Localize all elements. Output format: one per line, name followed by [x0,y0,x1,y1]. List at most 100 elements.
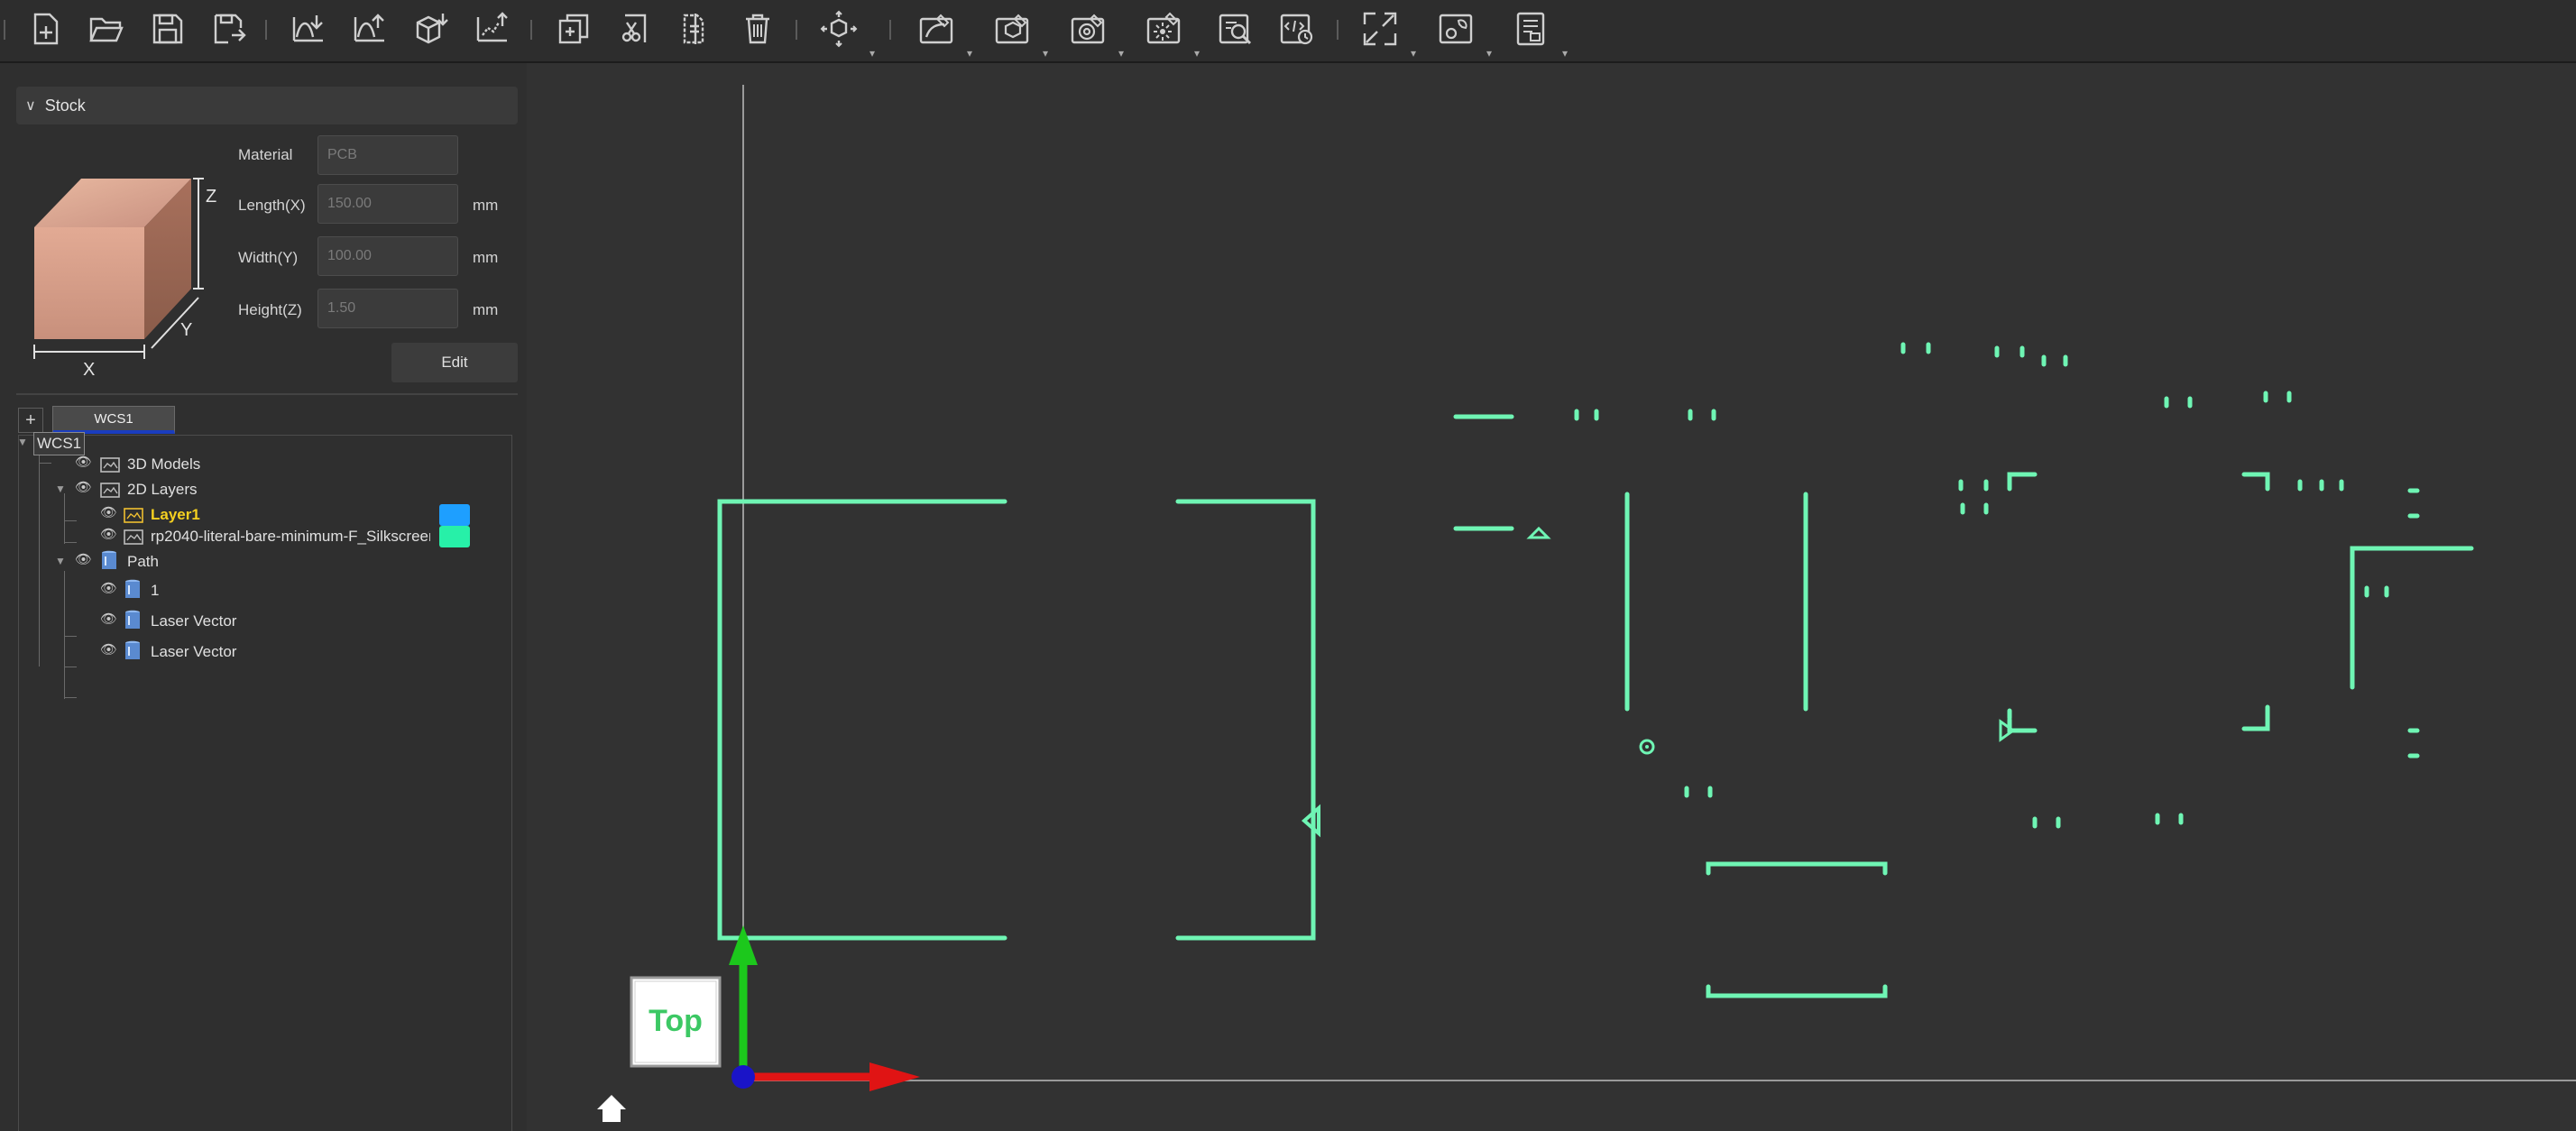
pad-pair [1574,409,1599,421]
fit-view-dropdown-icon[interactable]: ▾ [1411,47,1416,60]
layer2-color-swatch[interactable] [439,526,470,547]
pad-pair [1900,342,1931,354]
delete-button[interactable] [734,7,781,51]
export-curve-button[interactable] [346,7,393,51]
toolbar-separator [530,20,532,40]
main-toolbar: ▾ ▾ ▾ ▾ ▾ ▾ ▾ ▾ [0,0,2576,63]
pad-pair [2041,354,2068,367]
report-icon [1516,12,1545,46]
import-curve-icon [292,15,323,42]
tree-item-path[interactable]: Path [127,551,159,573]
collapse-icon[interactable]: ▼ [55,555,66,567]
toolbar-grip [4,20,5,40]
stock-section-header[interactable]: ∨ Stock [16,87,518,124]
tree-item-3d-models[interactable]: 3D Models [127,454,200,475]
pad-pair [1994,345,2025,358]
chevron-down-icon: ∨ [25,98,36,114]
eye-icon[interactable]: 👁 [75,551,92,567]
fit-view-button[interactable] [1357,7,1403,51]
left-panel: ∨ Stock Z Y X Material PCB Length(X) 150… [0,63,527,1131]
tree-line [64,697,77,698]
split-button[interactable] [673,7,720,51]
width-label: Width(Y) [238,249,299,266]
layer-icon [124,529,143,545]
duplicate-button[interactable] [550,7,597,51]
view-cube-label: Top [649,1004,703,1038]
tree-line [39,463,51,464]
tree-item-layer1[interactable]: Layer1 [151,504,200,526]
3d-viewport[interactable]: Top [527,63,2576,1131]
tree-item-laser-vector[interactable]: Laser Vector [151,611,236,632]
material-label: Material [238,146,293,163]
outline-left-bracket [717,499,1007,941]
model-folder-icon [100,457,120,473]
eye-icon[interactable]: 👁 [100,641,117,657]
x-axis-arrowhead [869,1062,920,1091]
stock-diagram: Z Y X [33,178,216,379]
tab-wcs1[interactable]: WCS1 [52,406,175,434]
import-model-button[interactable] [408,7,455,51]
view-settings-dropdown-icon[interactable]: ▾ [1486,47,1492,60]
layer-icon [124,508,143,523]
save-button[interactable] [144,7,191,51]
export-model-button[interactable] [469,7,516,51]
report-button[interactable] [1508,7,1555,51]
toolbar-separator [265,20,267,40]
rotary-dropdown-icon[interactable]: ▾ [1118,47,1124,60]
collapse-icon[interactable]: ▼ [55,483,66,495]
toolpath-icon [125,640,140,659]
panel-divider [16,393,518,395]
tree-item-path-1[interactable]: 1 [151,580,159,602]
view-settings-button[interactable] [1432,7,1479,51]
outline-corner [2241,472,2270,492]
add-wcs-button[interactable]: + [18,408,43,433]
eye-icon[interactable]: 👁 [75,479,92,495]
eye-icon[interactable]: 👁 [75,454,92,470]
eye-icon[interactable]: 👁 [100,526,117,542]
transform-button[interactable] [815,7,862,51]
split-icon [683,14,704,44]
eye-icon[interactable]: 👁 [100,611,117,627]
report-dropdown-icon[interactable]: ▾ [1562,47,1568,60]
path-2d-button[interactable] [913,7,960,51]
save-as-button[interactable] [206,7,253,51]
import-curve-button[interactable] [285,7,332,51]
length-field[interactable]: 150.00 [317,184,458,224]
tree-item-laser-vector[interactable]: Laser Vector [151,641,236,663]
path-3d-button[interactable] [989,7,1035,51]
outline-segment [2350,546,2474,690]
gcode-button[interactable] [1274,7,1320,51]
edit-stock-button[interactable]: Edit [391,343,518,382]
path-2d-icon [919,14,953,44]
simulate-icon [1219,14,1252,45]
new-file-icon [33,13,59,45]
home-view-icon[interactable] [597,1095,626,1122]
simulate-button[interactable] [1212,7,1259,51]
rotary-button[interactable] [1064,7,1111,51]
collapse-icon[interactable]: ▼ [17,436,28,448]
pad-pair [2407,488,2420,519]
viewport-canvas[interactable]: Top [527,63,2576,1131]
transform-dropdown-icon[interactable]: ▾ [869,47,875,60]
laser-button[interactable] [1140,7,1187,51]
path-3d-dropdown-icon[interactable]: ▾ [1043,47,1048,60]
eye-icon[interactable]: 👁 [100,504,117,520]
height-field[interactable]: 1.50 [317,289,458,328]
y-axis-arrowhead [729,925,758,965]
material-select[interactable]: PCB [317,135,458,175]
tree-item-wcs1[interactable]: WCS1 [33,432,86,455]
open-button[interactable] [83,7,130,51]
path-2d-dropdown-icon[interactable]: ▾ [967,47,972,60]
eye-icon[interactable]: 👁 [100,580,117,596]
stock-section-title: Stock [44,96,86,115]
laser-dropdown-icon[interactable]: ▾ [1194,47,1200,60]
tree-item-2d-layers[interactable]: 2D Layers [127,479,197,501]
pad-pair [2364,585,2389,598]
rotary-icon [1071,14,1105,44]
new-file-button[interactable] [22,7,69,51]
cut-button[interactable] [612,7,658,51]
width-field[interactable]: 100.00 [317,236,458,276]
tree-item-silkscreen-layer[interactable]: rp2040-literal-bare-minimum-F_Silkscreen… [151,526,430,547]
pad-marks [1574,342,2420,829]
layer1-color-swatch[interactable] [439,504,470,526]
